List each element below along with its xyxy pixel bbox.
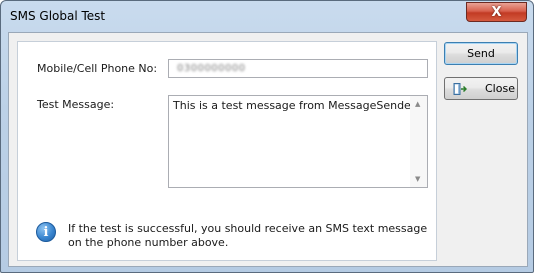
- dialog-client-area: Mobile/Cell Phone No: 0300000000 Test Me…: [8, 32, 528, 267]
- phone-value: 0300000000: [177, 63, 246, 74]
- form-panel: Mobile/Cell Phone No: 0300000000 Test Me…: [17, 41, 437, 261]
- message-label: Test Message:: [37, 98, 115, 111]
- window-close-button[interactable]: X: [466, 2, 527, 22]
- dialog-window: SMS Global Test X Mobile/Cell Phone No: …: [0, 0, 534, 273]
- info-text: If the test is successful, you should re…: [68, 222, 428, 249]
- close-button-label: Close: [485, 82, 515, 95]
- scroll-up-arrow-icon[interactable]: ▲: [415, 100, 420, 108]
- window-title: SMS Global Test: [10, 9, 106, 23]
- scroll-down-arrow-icon[interactable]: ▼: [415, 175, 420, 183]
- send-button[interactable]: Send: [444, 42, 518, 65]
- phone-input[interactable]: 0300000000: [168, 59, 428, 78]
- info-glyph: i: [43, 224, 49, 240]
- close-icon: X: [491, 4, 502, 20]
- phone-label: Mobile/Cell Phone No:: [37, 62, 158, 75]
- message-value: This is a test message from MessageSende…: [173, 99, 418, 112]
- send-button-label: Send: [467, 47, 495, 60]
- info-icon: i: [36, 222, 56, 242]
- message-scrollbar[interactable]: ▲ ▼: [410, 96, 427, 187]
- close-button[interactable]: Close: [444, 77, 518, 100]
- exit-door-icon: [453, 83, 468, 95]
- title-bar[interactable]: SMS Global Test X: [1, 1, 535, 33]
- message-textarea[interactable]: This is a test message from MessageSende…: [168, 95, 428, 188]
